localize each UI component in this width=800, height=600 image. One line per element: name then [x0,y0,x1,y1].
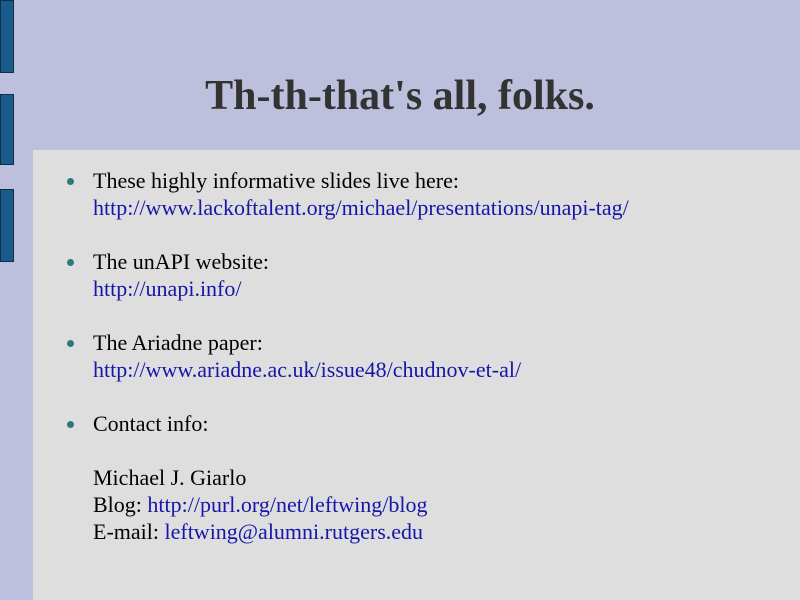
contact-name: Michael J. Giarlo [93,465,247,490]
email-link[interactable]: leftwing@alumni.rutgers.edu [164,519,423,544]
bullet-icon [67,259,74,266]
list-item: Contact info: Michael J. Giarlo Blog: ht… [60,410,780,545]
bullet-list: These highly informative slides live her… [60,167,780,572]
blog-link[interactable]: http://purl.org/net/leftwing/blog [147,492,427,517]
blog-label: Blog: [93,492,148,517]
list-item: The Ariadne paper: http://www.ariadne.ac… [60,329,780,383]
slide-title: Th-th-that's all, folks. [205,73,595,119]
item-label: The unAPI website: [93,249,269,274]
bullet-icon [67,340,74,347]
list-item: The unAPI website: http://unapi.info/ [60,248,780,302]
email-label: E-mail: [93,519,165,544]
contact-label: Contact info: [93,411,209,436]
side-decoration-tab [0,0,14,73]
bullet-icon [67,178,74,185]
list-item: These highly informative slides live her… [60,167,780,221]
side-decoration-tab [0,189,14,262]
slides-link[interactable]: http://www.lackoftalent.org/michael/pres… [93,195,629,220]
bullet-icon [67,421,74,428]
item-label: These highly informative slides live her… [93,168,459,193]
ariadne-paper-link[interactable]: http://www.ariadne.ac.uk/issue48/chudnov… [93,357,521,382]
unapi-website-link[interactable]: http://unapi.info/ [93,276,242,301]
item-label: The Ariadne paper: [93,330,263,355]
